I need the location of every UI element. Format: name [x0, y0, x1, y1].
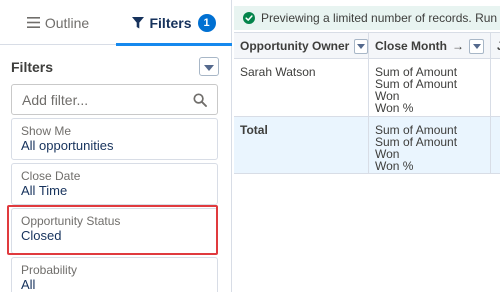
filter-funnel-icon — [132, 16, 145, 29]
tab-outline-label: Outline — [44, 14, 90, 31]
filter-value: All — [21, 277, 36, 292]
tab-outline[interactable]: Outline — [0, 0, 116, 45]
highlight-box — [7, 205, 218, 255]
filter-close-date[interactable]: Close Date All Time — [11, 163, 218, 205]
filters-heading: Filters — [11, 59, 54, 75]
add-filter-input[interactable] — [12, 85, 192, 114]
value-cell — [491, 59, 500, 116]
tab-filters[interactable]: Filters 1 — [116, 0, 232, 46]
filters-sidebar: Outline Filters 1 Filters Show Me A — [0, 0, 232, 292]
search-icon[interactable] — [193, 93, 207, 112]
measures-cell: Sum of Amount Sum of Amount Won Won % — [369, 59, 491, 116]
owner-cell: Sarah Watson — [234, 59, 369, 116]
add-filter-field[interactable] — [11, 84, 218, 115]
preview-banner: Previewing a limited number of records. … — [234, 6, 500, 30]
column-header-label: Close Month — [375, 39, 447, 53]
chevron-down-icon — [357, 43, 366, 49]
table-header: Opportunity Owner Close Month → J — [234, 32, 500, 59]
filters-count-badge: 1 — [197, 13, 216, 32]
column-header-label: Opportunity Owner — [240, 39, 350, 53]
panel-tabs: Outline Filters 1 — [0, 0, 232, 46]
filter-show-me[interactable]: Show Me All opportunities — [11, 118, 218, 160]
total-label: Total — [234, 117, 369, 173]
chevron-down-icon — [472, 43, 481, 49]
list-icon — [26, 17, 40, 28]
measures-cell: Sum of Amount Sum of Amount Won Won % — [369, 117, 491, 173]
tab-filters-label: Filters — [149, 14, 192, 31]
table-row: Sarah Watson Sum of Amount Sum of Amount… — [234, 59, 500, 117]
column-menu-button[interactable] — [354, 38, 368, 54]
banner-text: Previewing a limited number of records. … — [261, 11, 500, 25]
filter-name: Show Me — [21, 124, 72, 138]
column-header-next[interactable]: J — [491, 33, 500, 59]
column-menu-button[interactable] — [469, 38, 484, 54]
filter-probability[interactable]: Probability All — [11, 257, 218, 292]
filter-name: Probability — [21, 263, 78, 277]
column-header-opportunity-owner[interactable]: Opportunity Owner — [234, 33, 369, 59]
report-preview-table: Opportunity Owner Close Month → J Sarah … — [234, 32, 500, 174]
sort-arrow-icon: → — [452, 39, 464, 53]
filter-value: All opportunities — [21, 138, 114, 153]
filter-name: Close Date — [21, 169, 81, 183]
filters-menu-button[interactable] — [199, 57, 219, 76]
total-row: Total Sum of Amount Sum of Amount Won Wo… — [234, 117, 500, 174]
check-circle-icon — [243, 12, 255, 24]
column-header-close-month[interactable]: Close Month → — [369, 33, 491, 59]
value-cell — [491, 117, 500, 173]
filter-value: All Time — [21, 183, 68, 198]
chevron-down-icon — [204, 58, 214, 76]
